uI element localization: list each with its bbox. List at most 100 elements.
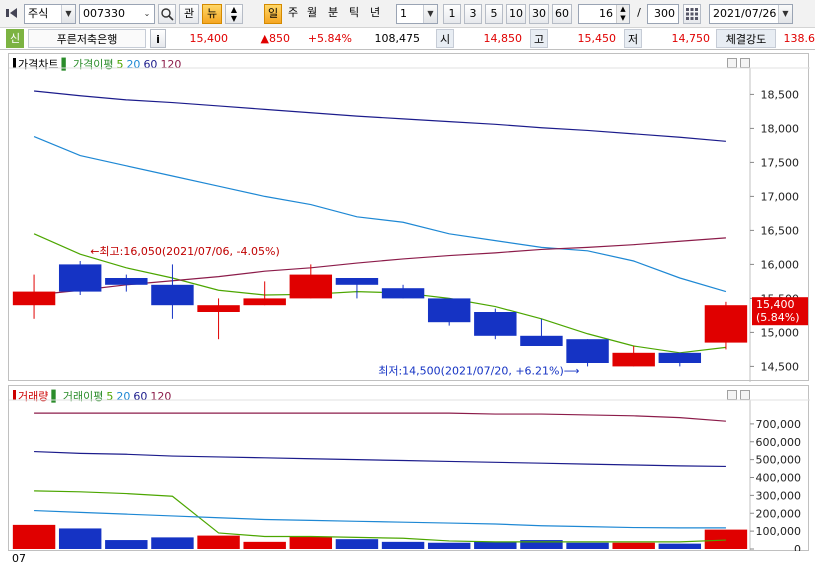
tab-monthly[interactable]: 월: [304, 4, 320, 24]
current-rate-tag-label: (5.84%): [756, 311, 800, 324]
volume-ma20-line: [34, 509, 726, 529]
price-chart-panel[interactable]: 가격차트 ▌ 가격이평 5 20 60 120 18,500 18,000 17,500 17,0…: [8, 53, 810, 382]
high-price: 15,450: [577, 32, 617, 45]
stock-code-value: 007330: [83, 7, 125, 20]
volume-bar: [381, 541, 425, 549]
total-count-value: 300: [654, 7, 675, 20]
volume-bar: [658, 543, 702, 549]
x-axis-month-label: 07: [12, 552, 26, 565]
price-ma20-line: [33, 136, 727, 293]
tab-daily[interactable]: 일: [264, 4, 282, 24]
candle-body: [243, 298, 286, 306]
price-y-tick-label: 18,500: [761, 88, 800, 101]
volume-bar: [105, 540, 148, 549]
stock-name: 푸른저축은행: [28, 29, 146, 48]
grid-settings-button[interactable]: [683, 4, 701, 24]
volume-chart-canvas: 700,000 600,000 500,000 400,000 300,000 200,0…: [9, 399, 810, 552]
interval-5-button[interactable]: 5: [485, 4, 503, 24]
volume-y-tick-label: 700,000: [756, 418, 802, 431]
volume-bar: [612, 542, 655, 549]
tab-weekly[interactable]: 주: [285, 4, 301, 24]
market-type-value: 주식: [28, 7, 49, 20]
candle-body: [520, 335, 563, 346]
trade-volume: 108,475: [374, 32, 421, 45]
price-chart-canvas: 18,50018,00017,50017,00016,50016,00015,5…: [9, 67, 810, 382]
search-button[interactable]: [158, 4, 176, 24]
interval-30-button[interactable]: 30: [529, 4, 549, 24]
candle-body: [335, 278, 379, 285]
stock-info-button[interactable]: i: [150, 29, 166, 48]
volume-bar: [243, 541, 286, 549]
volume-ma60-line: [34, 450, 726, 468]
strength-value: 138.6: [783, 32, 815, 45]
volume-bar: [289, 536, 333, 549]
low-price-annotation: 최저:14,500(2021/07/20, +6.21%)⟶: [378, 364, 580, 377]
high-label: 고: [530, 29, 548, 48]
stock-code-input[interactable]: 007330 ⌄: [79, 4, 155, 24]
search-icon: [161, 8, 174, 21]
price-y-tick-label: 18,000: [761, 122, 800, 135]
tab-yearly[interactable]: 년: [367, 4, 383, 24]
candle-body: [658, 352, 702, 363]
current-price: 15,400: [189, 32, 229, 45]
volume-bar: [58, 528, 102, 549]
volume-bar: [335, 539, 379, 549]
candle-body: [704, 305, 748, 343]
chevron-down-icon: ⌄: [140, 5, 154, 23]
interval-60-button[interactable]: 60: [552, 4, 572, 24]
price-change: ▲850: [260, 32, 290, 45]
candle-body: [58, 264, 102, 292]
candle-body: [474, 312, 517, 336]
volume-bar: [474, 541, 517, 549]
volume-bar: [566, 542, 609, 549]
price-y-tick-label: 16,500: [761, 224, 800, 237]
count-stepper[interactable]: ▲ ▼: [616, 5, 629, 23]
price-y-tick-label: 14,500: [761, 360, 800, 373]
tab-minute[interactable]: 분: [325, 4, 341, 24]
volume-bar: [197, 535, 240, 549]
candle-body: [381, 288, 425, 299]
volume-bar: [704, 529, 748, 549]
chevron-down-icon: ▼: [61, 5, 75, 23]
tab-tick[interactable]: 틱: [346, 4, 362, 24]
chart-toolbar: 주식 ▼ 007330 ⌄ 관 뉴 ▲ ▼ 일 주 월 분 틱 년 1 ▼ 1 3…: [0, 0, 815, 28]
volume-bar: [12, 524, 56, 549]
volume-bar: [151, 537, 194, 549]
watchlist-button[interactable]: 관: [179, 4, 199, 24]
quote-bar: 신 푸른저축은행 i 15,400 ▲850 +5.84% 108,475 시 …: [0, 28, 815, 50]
change-rate: +5.84%: [307, 32, 352, 45]
interval-10-button[interactable]: 10: [506, 4, 526, 24]
new-badge: 신: [6, 29, 24, 48]
candle-body: [612, 352, 655, 367]
high-price-annotation: ←최고:16,050(2021/07/06, -4.05%): [90, 245, 280, 258]
price-y-tick-label: 16,000: [761, 258, 800, 271]
news-button[interactable]: 뉴: [202, 4, 222, 24]
chevron-down-icon: ▼: [423, 5, 437, 23]
market-type-select[interactable]: 주식 ▼: [24, 4, 76, 24]
count-input[interactable]: 16 ▲ ▼: [578, 4, 630, 24]
volume-ma5-line: [34, 490, 726, 543]
count-value: 16: [599, 7, 613, 20]
candle-body: [427, 298, 471, 323]
candle-body: [105, 278, 148, 285]
menu-icon[interactable]: [4, 4, 22, 24]
interval-3-button[interactable]: 3: [464, 4, 482, 24]
date-picker[interactable]: 2021/07/26 ▼: [709, 4, 793, 24]
count-separator: /: [637, 6, 641, 19]
total-count-input[interactable]: 300: [647, 4, 679, 24]
updown-stepper[interactable]: ▲ ▼: [225, 4, 243, 24]
price-y-tick-label: 15,000: [761, 326, 800, 339]
volume-y-tick-label: 600,000: [756, 436, 802, 449]
candle-body: [197, 305, 240, 312]
x-axis: 07: [8, 551, 809, 568]
interval-1-button[interactable]: 1: [443, 4, 461, 24]
price-ma60-line: [34, 90, 726, 142]
volume-chart-panel[interactable]: 거래량 ▌ 거래이평 5 20 60 120 700,000 600,000 500,000 40…: [8, 385, 810, 552]
low-price: 14,750: [671, 32, 711, 45]
strength-label: 체결강도: [716, 29, 776, 48]
grid-settings-icon: [686, 8, 698, 20]
volume-y-tick-label: 100,000: [756, 525, 802, 538]
chevron-down-icon: ▼: [778, 5, 792, 23]
interval-select[interactable]: 1 ▼: [396, 4, 438, 24]
volume-y-tick-label: 200,000: [756, 507, 802, 520]
